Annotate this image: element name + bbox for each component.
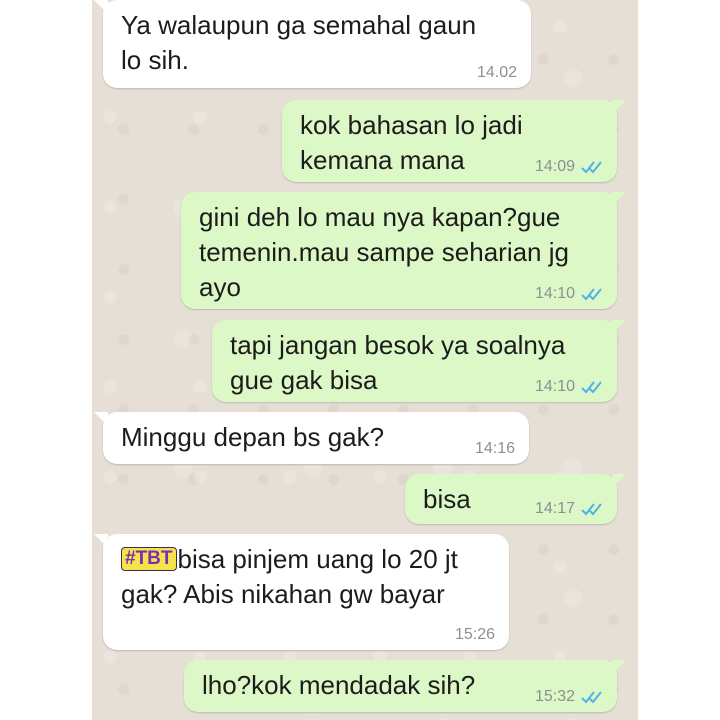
message-bubble-outgoing[interactable]: lho?kok mendadak sih? 15:32 [184, 660, 626, 712]
message-meta: 15:32 [535, 688, 603, 706]
message-meta: 15:26 [455, 626, 495, 644]
message-text: bisa [423, 484, 471, 514]
message-text: lho?kok mendadak sih? [202, 670, 476, 700]
message-timestamp: 14:10 [534, 378, 575, 395]
message-meta: 14.02 [477, 64, 517, 82]
message-meta: 14:16 [475, 440, 515, 458]
message-timestamp: 14:10 [534, 285, 575, 302]
double-check-icon [581, 690, 603, 704]
message-text: tapi jangan besok ya soalnya gue gak bis… [230, 330, 566, 395]
message-bubble-incoming[interactable]: #TBT bisa pinjem uang lo 20 jt gak? Abis … [94, 534, 509, 650]
message-text: Minggu depan bs gak? [121, 422, 385, 452]
message-meta: 14:10 [535, 285, 603, 303]
message-meta: 14:17 [535, 500, 603, 518]
double-check-icon [581, 380, 603, 394]
message-bubble-incoming[interactable]: Ya walaupun ga semahal gaun lo sih. 14.0… [94, 0, 531, 88]
double-check-icon [581, 160, 603, 174]
message-meta: 14:10 [535, 378, 603, 396]
message-bubble-outgoing[interactable]: tapi jangan besok ya soalnya gue gak bis… [212, 320, 626, 402]
message-timestamp: 15:32 [534, 688, 575, 705]
message-bubble-incoming[interactable]: Minggu depan bs gak? 14:16 [94, 412, 529, 464]
message-timestamp: 14:16 [474, 440, 515, 457]
message-timestamp: 15:26 [454, 626, 495, 643]
message-text: gini deh lo mau nya kapan?gue temenin.ma… [199, 202, 569, 302]
message-bubble-outgoing[interactable]: gini deh lo mau nya kapan?gue temenin.ma… [181, 192, 626, 309]
chat-background: Ya walaupun ga semahal gaun lo sih. 14.0… [92, 0, 638, 720]
double-check-icon [581, 502, 603, 516]
message-text: #TBT bisa pinjem uang lo 20 jt gak? Abis … [121, 542, 458, 612]
message-timestamp: 14:17 [534, 500, 575, 517]
message-timestamp: 14:09 [534, 158, 575, 175]
message-bubble-outgoing[interactable]: kok bahasan lo jadi kemana mana 14:09 [282, 100, 626, 182]
message-meta: 14:09 [535, 158, 603, 176]
tbt-hashtag-sticker: #TBT [121, 547, 177, 571]
message-bubble-outgoing[interactable]: bisa 14:17 [405, 474, 626, 524]
message-timestamp: 14.02 [476, 64, 517, 81]
message-text: Ya walaupun ga semahal gaun lo sih. [121, 10, 477, 75]
message-text: kok bahasan lo jadi kemana mana [300, 110, 523, 175]
double-check-icon [581, 287, 603, 301]
